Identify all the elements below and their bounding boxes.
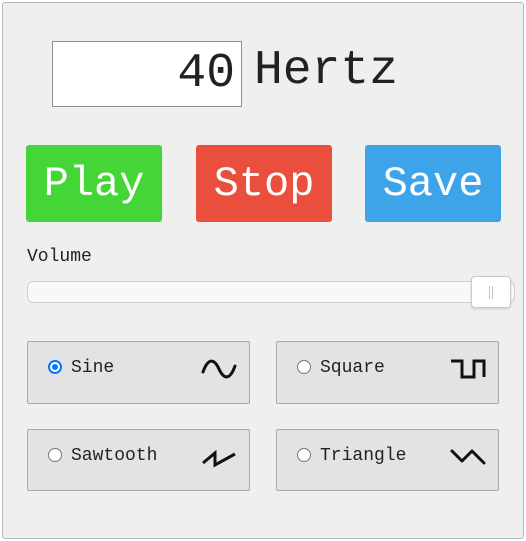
play-button[interactable]: Play bbox=[26, 145, 162, 222]
waveform-option-sawtooth[interactable]: Sawtooth bbox=[27, 429, 250, 491]
frequency-unit-label: Hertz bbox=[254, 44, 399, 98]
volume-label: Volume bbox=[27, 247, 92, 267]
waveform-label: Sawtooth bbox=[71, 446, 158, 466]
waveform-label: Square bbox=[320, 358, 385, 378]
sine-wave-icon bbox=[201, 359, 237, 379]
sawtooth-radio[interactable] bbox=[48, 448, 62, 462]
waveform-option-sine[interactable]: Sine bbox=[27, 341, 250, 404]
square-wave-icon bbox=[451, 359, 486, 379]
save-button[interactable]: Save bbox=[365, 145, 501, 222]
sine-radio[interactable] bbox=[48, 360, 62, 374]
volume-slider-thumb[interactable] bbox=[470, 276, 511, 308]
volume-slider-track[interactable] bbox=[27, 281, 515, 303]
waveform-option-square[interactable]: Square bbox=[276, 341, 499, 404]
waveform-label: Sine bbox=[71, 358, 115, 378]
waveform-label: Triangle bbox=[320, 446, 407, 466]
triangle-wave-icon bbox=[450, 449, 486, 465]
triangle-radio[interactable] bbox=[297, 448, 311, 462]
waveform-option-triangle[interactable]: Triangle bbox=[276, 429, 499, 491]
slider-grip-icon bbox=[488, 286, 493, 299]
frequency-input[interactable] bbox=[52, 41, 242, 107]
square-radio[interactable] bbox=[297, 360, 311, 374]
sawtooth-wave-icon bbox=[202, 449, 236, 468]
stop-button[interactable]: Stop bbox=[196, 145, 332, 222]
